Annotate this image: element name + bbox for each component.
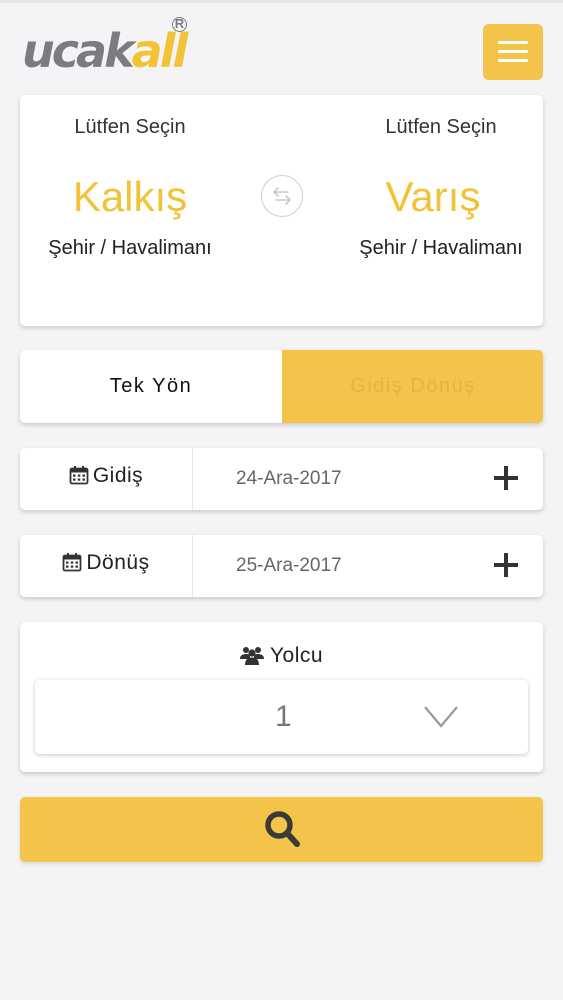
arrival-title: Varış (385, 173, 481, 220)
departure-hint: Lütfen Seçin (74, 116, 186, 138)
return-date-value: 25-Ara-2017 (236, 555, 342, 576)
calendar-icon (62, 553, 82, 572)
registered-mark-icon: R (172, 17, 187, 32)
arrival-hint: Lütfen Seçin (385, 116, 497, 138)
plus-icon[interactable] (493, 465, 519, 491)
passenger-title: Yolcu (20, 644, 543, 668)
arrival-city-selector[interactable]: Lütfen Seçin Varış Şehir / Havalimanı (323, 95, 543, 326)
passenger-count-select[interactable]: 1 (35, 680, 528, 754)
return-date-label: Dönüş (20, 535, 193, 597)
ucakall-logo[interactable]: ucakall R (22, 17, 222, 81)
plus-icon[interactable] (493, 552, 519, 578)
passenger-label: Yolcu (269, 644, 324, 667)
hamburger-icon-bar (498, 59, 528, 62)
passenger-card: Yolcu 1 (20, 622, 543, 772)
departure-date-label: Gidiş (20, 448, 193, 510)
swap-arrows-icon[interactable] (261, 175, 303, 217)
calendar-icon (69, 466, 89, 485)
passenger-count-value: 1 (275, 700, 292, 733)
departure-city-selector[interactable]: Lütfen Seçin Kalkış Şehir / Havalimanı (20, 95, 240, 326)
one-way-tab[interactable]: Tek Yön (20, 350, 282, 423)
menu-button[interactable] (483, 24, 543, 80)
arrival-subtitle: Şehir / Havalimanı (359, 237, 523, 259)
return-date-row[interactable]: Dönüş 25-Ara-2017 (20, 535, 543, 597)
search-button[interactable] (20, 797, 543, 862)
departure-date-row[interactable]: Gidiş 24-Ara-2017 (20, 448, 543, 510)
chevron-down-icon (424, 706, 458, 728)
departure-title: Kalkış (72, 173, 188, 220)
trip-type-toggle: Tek Yön Gidiş Dönüş (20, 350, 543, 423)
departure-date-label-text: Gidiş (92, 464, 144, 487)
departure-subtitle: Şehir / Havalimanı (48, 237, 212, 259)
search-icon (265, 811, 300, 847)
users-icon (239, 647, 264, 665)
route-card: Lütfen Seçin Kalkış Şehir / Havalimanı L… (20, 95, 543, 326)
round-trip-tab[interactable]: Gidiş Dönüş (282, 350, 543, 423)
hamburger-icon (498, 41, 528, 44)
logo-wordmark: ucakall (22, 24, 188, 78)
departure-date-value: 24-Ara-2017 (236, 468, 342, 489)
hamburger-icon-bar (498, 50, 528, 53)
return-date-label-text: Dönüş (86, 551, 150, 574)
header: ucakall R (0, 3, 563, 93)
